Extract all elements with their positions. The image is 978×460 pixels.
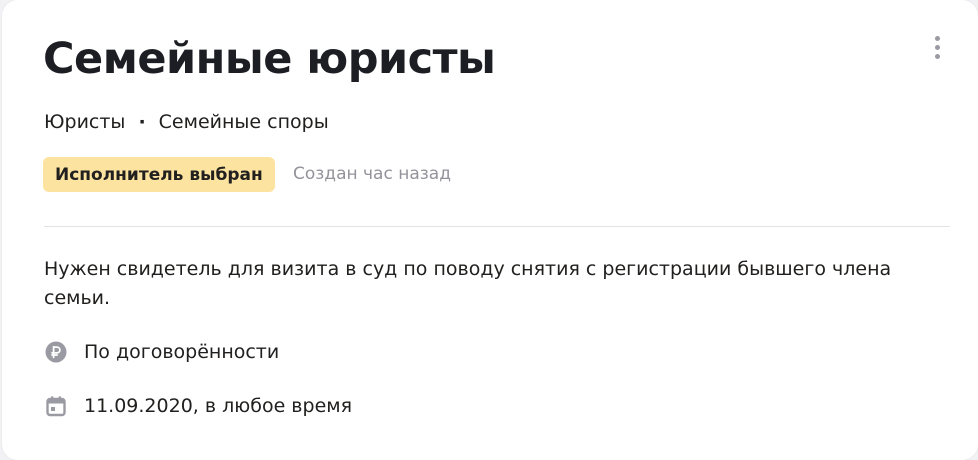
breadcrumb-item-lawyers[interactable]: Юристы: [44, 108, 125, 136]
more-vertical-icon: [934, 35, 940, 41]
ruble-icon: [44, 340, 68, 364]
price-value: По договорённости: [84, 341, 280, 363]
price-row: По договорённости: [44, 338, 279, 366]
breadcrumb-separator: ·: [138, 111, 146, 133]
date-value: 11.09.2020, в любое время: [84, 395, 353, 417]
task-card: Семейные юристы Юристы · Семейные споры …: [2, 0, 978, 460]
page-title: Семейные юристы: [43, 34, 496, 84]
created-timestamp: Создан час назад: [293, 164, 451, 184]
divider: [44, 226, 950, 227]
more-dot: [934, 44, 940, 50]
breadcrumb-item-family-disputes[interactable]: Семейные споры: [159, 108, 329, 136]
task-description: Нужен свидетель для визита в суд по пово…: [44, 258, 892, 309]
breadcrumb: Юристы · Семейные споры: [44, 108, 329, 136]
more-dot: [934, 53, 940, 59]
date-row: 11.09.2020, в любое время: [44, 392, 352, 420]
more-options-button[interactable]: [925, 30, 949, 64]
status-badge: Исполнитель выбран: [43, 157, 275, 192]
calendar-icon: [44, 394, 68, 418]
